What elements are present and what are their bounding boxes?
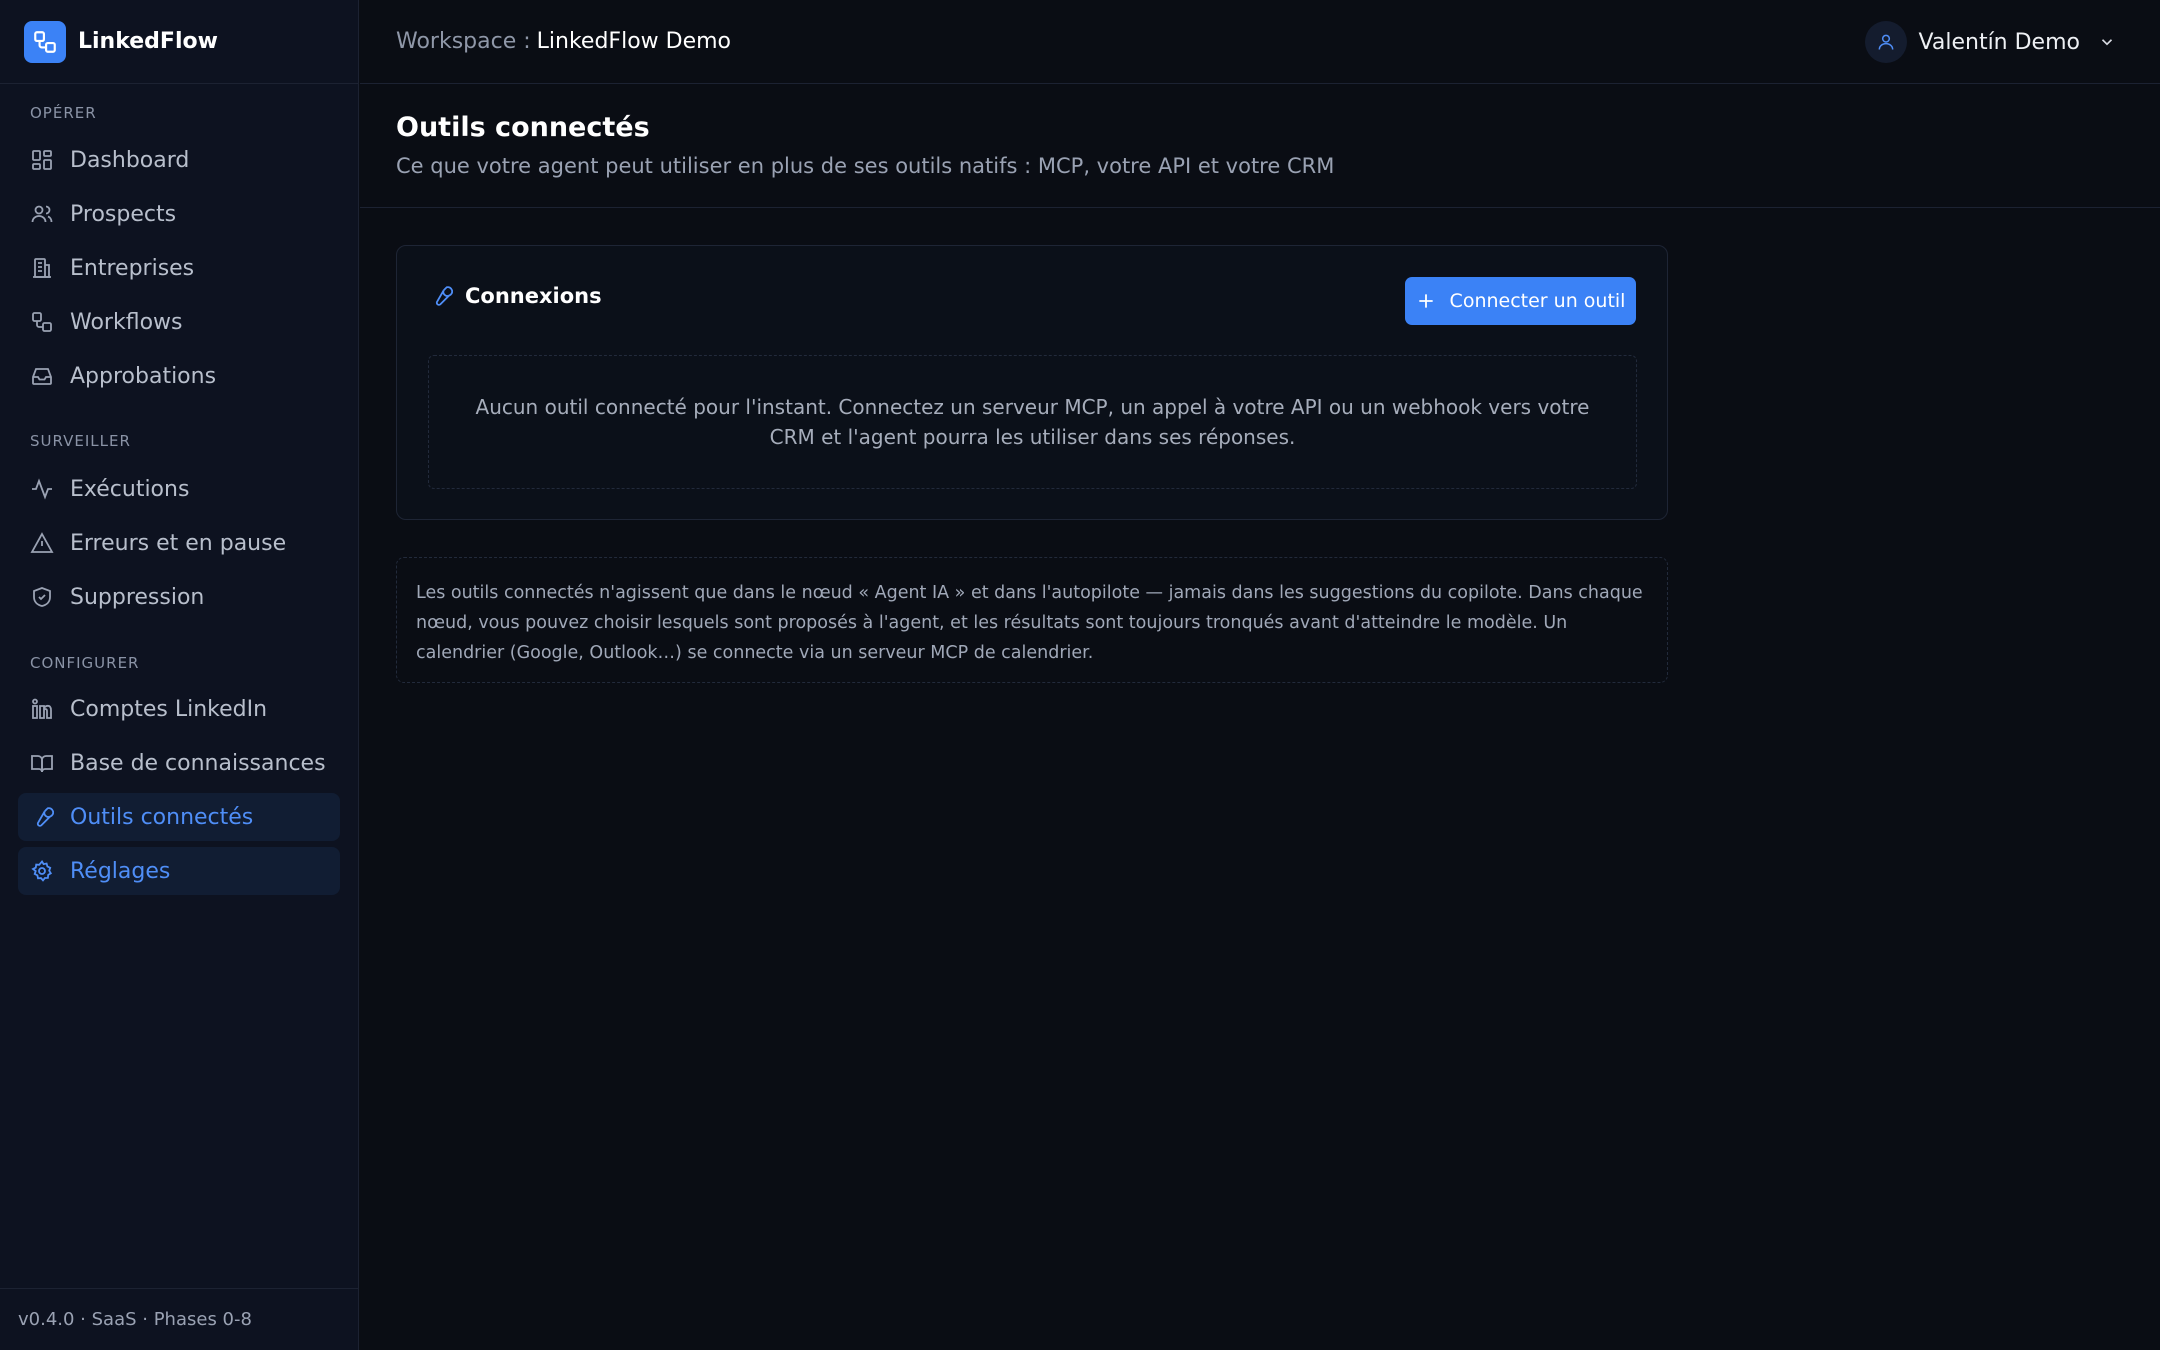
- shield-icon: [30, 585, 54, 609]
- sidebar-item-label: Dashboard: [70, 147, 190, 173]
- workflow-logo-icon: [24, 20, 66, 63]
- topbar: Workspace : LinkedFlow Demo Valentín Dem…: [360, 0, 2160, 84]
- sidebar-item-label: Suppression: [70, 584, 205, 610]
- user-name: Valentín Demo: [1918, 29, 2080, 55]
- sidebar: LinkedFlow OPÉRER Dashboard Prospects En…: [0, 0, 359, 1350]
- sidebar-item-executions[interactable]: Exécutions: [18, 465, 340, 513]
- page-header: Outils connectés Ce que votre agent peut…: [360, 84, 2160, 208]
- sidebar-item-approbations[interactable]: Approbations: [18, 352, 340, 400]
- sidebar-item-label: Base de connaissances: [70, 750, 326, 776]
- connections-card: Connexions Connecter un outil Aucun outi…: [396, 245, 1668, 520]
- sidebar-item-workflows[interactable]: Workflows: [18, 298, 340, 346]
- connections-title-label: Connexions: [465, 284, 602, 308]
- sidebar-item-label: Approbations: [70, 363, 217, 389]
- sidebar-item-label: Comptes LinkedIn: [70, 696, 268, 722]
- users-icon: [30, 202, 54, 226]
- sidebar-item-prospects[interactable]: Prospects: [18, 190, 340, 238]
- brand-name: LinkedFlow: [78, 29, 218, 54]
- empty-state: Aucun outil connecté pour l'instant. Con…: [428, 355, 1637, 489]
- nav-section-configurer: CONFIGURER: [30, 654, 140, 672]
- sidebar-item-base-connaissances[interactable]: Base de connaissances: [18, 739, 340, 787]
- wrench-icon: [429, 284, 453, 308]
- sidebar-item-entreprises[interactable]: Entreprises: [18, 244, 340, 292]
- connect-tool-button[interactable]: Connecter un outil: [1405, 277, 1636, 325]
- sidebar-item-label: Exécutions: [70, 476, 190, 502]
- connections-title: Connexions: [429, 284, 602, 308]
- page-title: Outils connectés: [396, 112, 650, 143]
- user-icon: [1864, 21, 1907, 63]
- page-subtitle: Ce que votre agent peut utiliser en plus…: [396, 154, 1335, 178]
- plus-icon: [1416, 291, 1436, 311]
- book-icon: [30, 751, 54, 775]
- sidebar-item-suppression[interactable]: Suppression: [18, 573, 340, 621]
- sidebar-item-label: Workflows: [70, 309, 183, 335]
- sidebar-item-label: Réglages: [70, 858, 171, 884]
- nav-section-surveiller: SURVEILLER: [30, 432, 131, 450]
- chevron-down-icon: [2098, 33, 2116, 51]
- brand[interactable]: LinkedFlow: [0, 0, 358, 84]
- activity-icon: [30, 477, 54, 501]
- workspace-name: LinkedFlow Demo: [536, 29, 732, 54]
- workflow-icon: [30, 310, 54, 334]
- inbox-icon: [30, 364, 54, 388]
- sidebar-item-erreurs[interactable]: Erreurs et en pause: [18, 519, 340, 567]
- info-note: Les outils connectés n'agissent que dans…: [396, 557, 1668, 683]
- linkedin-icon: [30, 697, 54, 721]
- warning-icon: [30, 531, 54, 555]
- nav-section-operer: OPÉRER: [30, 104, 97, 122]
- user-menu[interactable]: Valentín Demo: [1864, 20, 2116, 64]
- sidebar-item-dashboard[interactable]: Dashboard: [18, 136, 340, 184]
- connect-tool-label: Connecter un outil: [1449, 290, 1626, 312]
- sidebar-item-label: Entreprises: [70, 255, 195, 281]
- sidebar-item-label: Outils connectés: [70, 804, 254, 830]
- building-icon: [30, 256, 54, 280]
- dashboard-icon: [30, 148, 54, 172]
- sidebar-item-reglages[interactable]: Réglages: [18, 847, 340, 895]
- gear-icon: [30, 859, 54, 883]
- sidebar-item-label: Prospects: [70, 201, 177, 227]
- workspace-label: Workspace :: [396, 29, 531, 54]
- sidebar-item-label: Erreurs et en pause: [70, 530, 287, 556]
- sidebar-item-outils-connectes[interactable]: Outils connectés: [18, 793, 340, 841]
- sidebar-item-comptes-linkedin[interactable]: Comptes LinkedIn: [18, 685, 340, 733]
- wrench-icon: [30, 805, 54, 829]
- version-footer: v0.4.0 · SaaS · Phases 0-8: [0, 1288, 359, 1350]
